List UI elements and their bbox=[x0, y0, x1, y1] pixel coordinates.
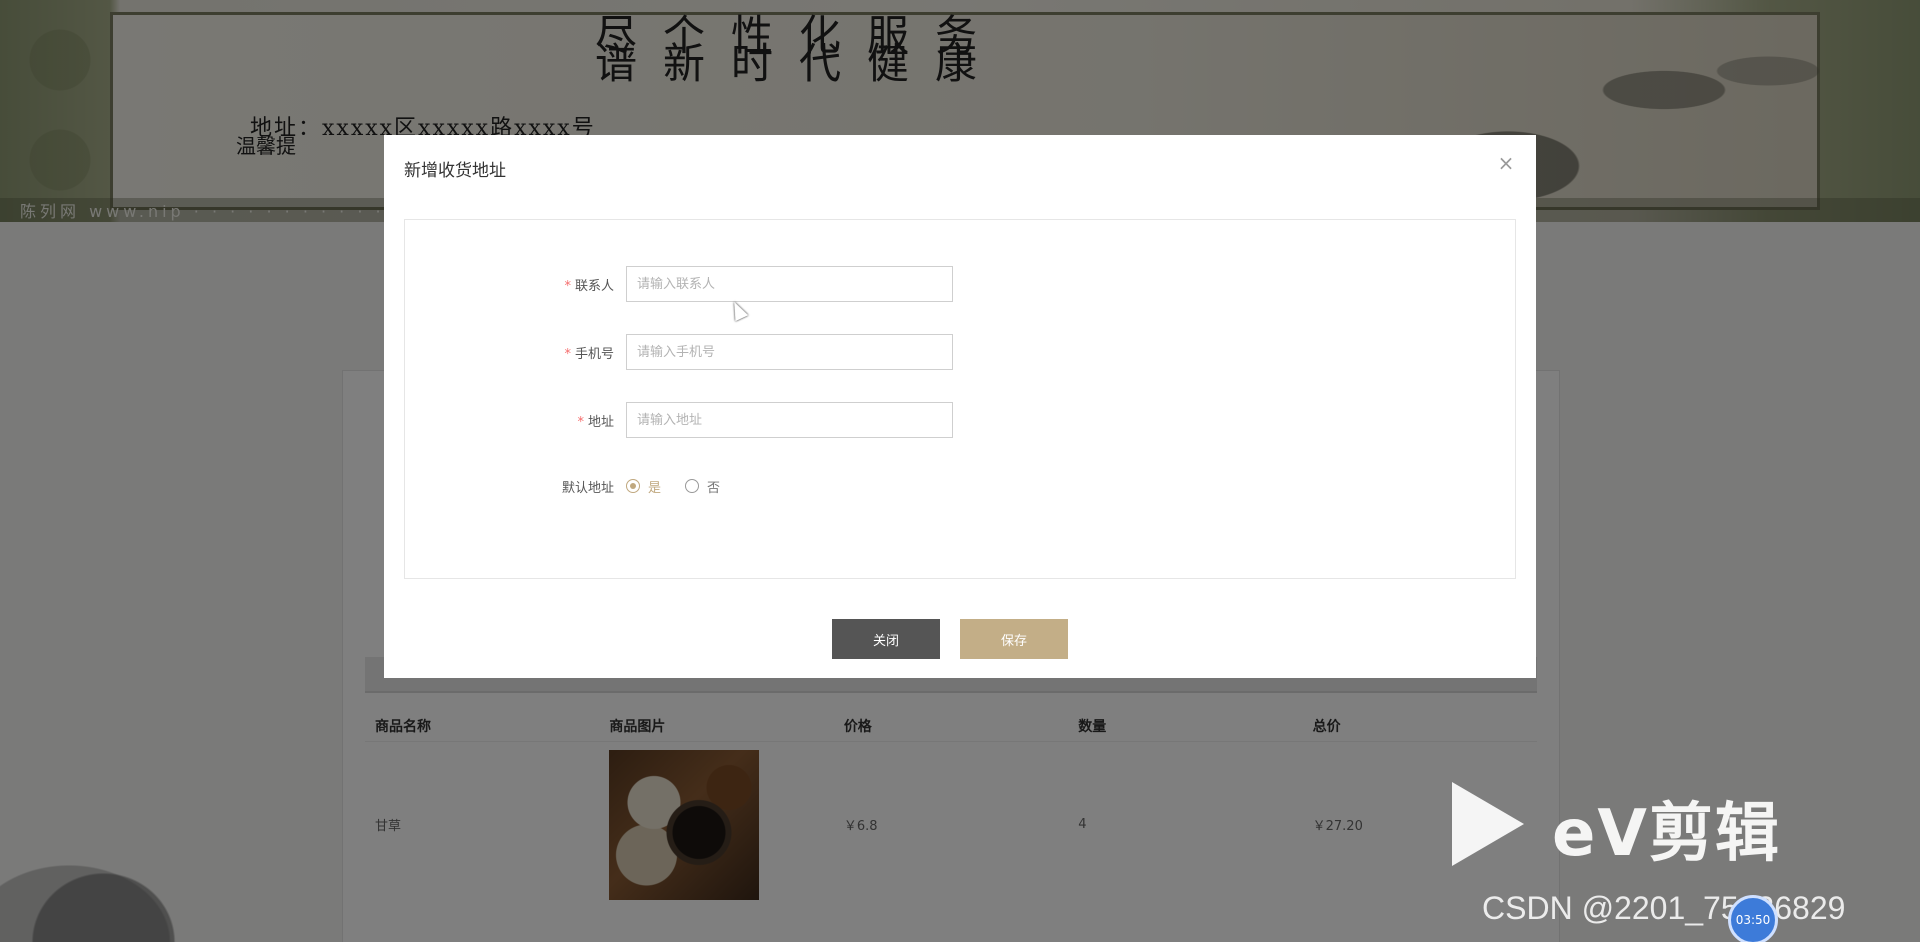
phone-input[interactable] bbox=[626, 334, 953, 370]
ev-watermark-text: eV剪辑 bbox=[1552, 797, 1781, 871]
form-row-default: 默认地址 是 否 bbox=[405, 468, 744, 504]
dialog-title: 新增收货地址 bbox=[404, 161, 506, 181]
ev-watermark: eV剪辑 bbox=[1452, 782, 1812, 871]
phone-label: * 手机号 bbox=[405, 343, 626, 362]
required-mark: * bbox=[577, 414, 584, 430]
radio-no-dot[interactable] bbox=[685, 479, 700, 493]
csdn-watermark: CSDN @2201_75926829 bbox=[1482, 890, 1846, 926]
radio-yes[interactable]: 是 bbox=[626, 477, 661, 496]
radio-no-label: 否 bbox=[707, 480, 721, 496]
address-input[interactable] bbox=[626, 402, 953, 438]
default-address-radio-group: 是 否 bbox=[626, 477, 744, 496]
save-button[interactable]: 保存 bbox=[960, 619, 1068, 659]
close-button[interactable]: 关闭 bbox=[832, 619, 940, 659]
close-icon[interactable]: × bbox=[1496, 153, 1516, 173]
recording-timer: 03:50 bbox=[1728, 895, 1778, 942]
form-row-address: * 地址 bbox=[405, 402, 953, 438]
form-row-contact: * 联系人 bbox=[405, 266, 953, 302]
address-label-text: 地址 bbox=[587, 414, 614, 430]
contact-label: * 联系人 bbox=[405, 275, 626, 294]
phone-label-text: 手机号 bbox=[574, 346, 614, 362]
address-form: *联系人 *手机号 *地址 默认地址 是 bbox=[404, 219, 1516, 579]
form-row-phone: * 手机号 bbox=[405, 334, 953, 370]
address-label: * 地址 bbox=[405, 411, 626, 430]
required-mark: * bbox=[564, 346, 571, 362]
radio-yes-dot[interactable] bbox=[626, 479, 640, 493]
default-address-label: 默认地址 bbox=[561, 480, 614, 496]
dialog-header: 新增收货地址 × bbox=[384, 135, 1536, 195]
contact-input[interactable] bbox=[626, 266, 953, 302]
add-address-dialog: 新增收货地址 × *联系人 *手机号 *地址 默认地址 bbox=[384, 135, 1536, 678]
contact-label-text: 联系人 bbox=[574, 278, 614, 294]
play-icon bbox=[1452, 782, 1524, 866]
required-mark: * bbox=[564, 278, 571, 294]
radio-yes-label: 是 bbox=[648, 480, 662, 496]
radio-no[interactable]: 否 bbox=[685, 477, 720, 496]
